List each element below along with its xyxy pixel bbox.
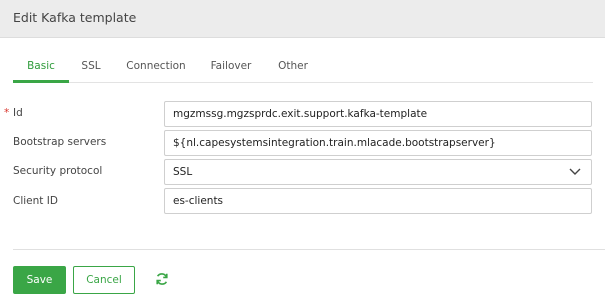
tab-divider [13, 82, 593, 83]
security-protocol-label: Security protocol [13, 165, 103, 177]
active-tab-indicator [13, 80, 69, 83]
security-protocol-select[interactable]: SSL [164, 159, 592, 185]
client-id-label: Client ID [13, 195, 58, 207]
bootstrap-servers-input[interactable]: ${nl.capesystemsintegration.train.mlacad… [164, 130, 592, 156]
id-label: Id [13, 107, 23, 119]
tab-connection[interactable]: Connection [121, 60, 191, 82]
tab-bar: Basic SSL Connection Failover Other [13, 60, 593, 84]
client-id-input[interactable]: es-clients [164, 188, 592, 214]
footer-divider [13, 249, 605, 250]
tab-basic[interactable]: Basic [13, 60, 69, 82]
bootstrap-servers-label: Bootstrap servers [13, 136, 107, 148]
security-protocol-value: SSL [173, 166, 193, 178]
tab-other[interactable]: Other [271, 60, 315, 82]
dialog-header: Edit Kafka template [0, 0, 605, 38]
required-marker: * [4, 107, 10, 119]
tab-ssl[interactable]: SSL [73, 60, 109, 82]
cancel-button[interactable]: Cancel [73, 266, 135, 294]
id-input[interactable]: mgzmssg.mgzsprdc.exit.support.kafka-temp… [164, 101, 592, 127]
save-button[interactable]: Save [13, 266, 66, 294]
refresh-icon[interactable] [155, 272, 169, 286]
dialog-title: Edit Kafka template [13, 10, 137, 25]
chevron-down-icon [569, 168, 581, 175]
tab-failover[interactable]: Failover [203, 60, 259, 82]
